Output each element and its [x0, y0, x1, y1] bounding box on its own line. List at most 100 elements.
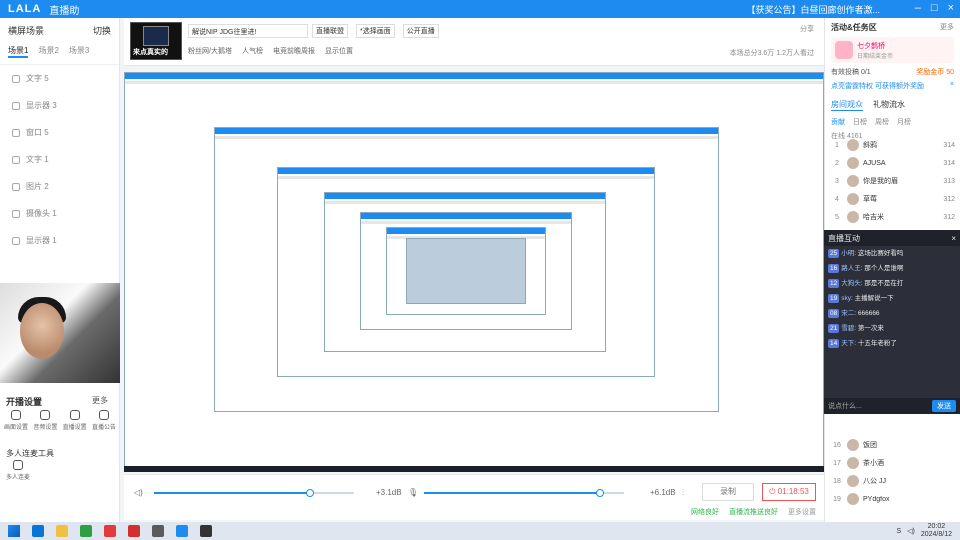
avatar: [847, 193, 859, 205]
tab-gift-flow[interactable]: 礼物流水: [873, 99, 905, 111]
minimize-icon[interactable]: –: [915, 2, 921, 14]
tool-picture-settings[interactable]: 画面设置: [4, 410, 28, 431]
gift-card[interactable]: 七夕鹊桥 日期结束金币: [831, 37, 954, 63]
chat-message: 25 小明: 这场比赛好看吗: [828, 249, 904, 258]
avatar: [847, 175, 859, 187]
audio-icon: [40, 410, 51, 420]
rank-row[interactable]: 17 茶小酒: [831, 456, 955, 470]
privilege-notice[interactable]: 点亮雷霆特权 可获得额外奖励 ×: [831, 81, 954, 91]
speaker-icon[interactable]: ◁): [134, 488, 143, 497]
chat-message: 19 sky: 主播解说一下: [828, 294, 894, 303]
subtab-week[interactable]: 周榜: [875, 117, 889, 127]
more-settings-link[interactable]: 更多设置: [788, 507, 816, 517]
rank-row[interactable]: 4 草莓 312: [831, 192, 955, 206]
live-preview[interactable]: [124, 72, 824, 472]
tools-more-link[interactable]: 更多: [92, 395, 108, 406]
source-item[interactable]: 文字 1: [0, 146, 119, 173]
spk-db-label: +6.1dB: [650, 488, 676, 497]
source-item[interactable]: 显示器 1: [0, 227, 119, 254]
close-icon[interactable]: ×: [950, 81, 954, 91]
tab-scene-1[interactable]: 场景1: [8, 45, 29, 58]
picture-icon: [11, 410, 21, 420]
rank-row[interactable]: 1 斜鸦 314: [831, 138, 955, 152]
send-button[interactable]: 发送: [932, 400, 956, 412]
chat-input[interactable]: 说点什么... 发送: [824, 398, 960, 414]
slider-knob[interactable]: [306, 489, 314, 497]
public-live-button[interactable]: 公开直播: [402, 24, 439, 38]
tool-announcement[interactable]: 直播公告: [92, 410, 116, 431]
subtab-contribution[interactable]: 贡献: [831, 117, 845, 127]
maximize-icon[interactable]: □: [931, 2, 938, 14]
push-status: 直播流推送良好: [729, 509, 778, 516]
tab-audience[interactable]: 房间观众: [831, 99, 863, 111]
live-app-icon[interactable]: [176, 525, 188, 537]
source-item[interactable]: 文字 5: [0, 65, 119, 92]
text-icon: [12, 74, 20, 83]
rank-row[interactable]: 16 饭团: [831, 438, 955, 452]
choose-picture-button[interactable]: *选择画面: [356, 24, 395, 38]
chat-title: 直播互动: [828, 233, 860, 243]
subtab-day[interactable]: 日榜: [853, 117, 867, 127]
rank-row[interactable]: 19 PYdgfox: [831, 492, 955, 506]
fans-tag[interactable]: 粉丝网/大鹅塔: [188, 46, 232, 56]
nested-window: [406, 238, 526, 304]
cover-image: [143, 26, 169, 46]
folder-icon[interactable]: [56, 525, 68, 537]
speaker-volume-slider[interactable]: [424, 489, 624, 497]
share-button[interactable]: 分享: [800, 24, 814, 34]
source-item[interactable]: 摄像头 1: [0, 200, 119, 227]
close-icon[interactable]: ×: [948, 2, 954, 14]
app-icon[interactable]: [200, 525, 212, 537]
rank-row[interactable]: 18 八公 JJ: [831, 474, 955, 488]
live-stop-button[interactable]: ⏻ 01:18:53: [762, 483, 816, 501]
start-icon[interactable]: [8, 525, 20, 537]
location-tag[interactable]: 显示位置: [325, 46, 353, 56]
mixer-icon[interactable]: ⫶: [682, 488, 684, 498]
record-button[interactable]: 录制: [702, 483, 754, 501]
source-item[interactable]: 图片 2: [0, 173, 119, 200]
activity-more-link[interactable]: 更多: [940, 22, 954, 32]
mic-volume-slider[interactable]: [154, 489, 354, 497]
room-info-bar: 来点真实的 解说NIP JDG往里进! 直播联盟 *选择画面 公开直播 粉丝网/…: [124, 18, 824, 66]
app-icon[interactable]: [152, 525, 164, 537]
rank-row[interactable]: 3 你是我的眉 313: [831, 174, 955, 188]
announcement-text[interactable]: 【获奖公告】白昼回廊创作者激...: [746, 3, 880, 16]
volume-icon[interactable]: ◁): [907, 527, 915, 535]
room-cover[interactable]: 来点真实的: [130, 22, 182, 60]
avatar: [847, 139, 859, 151]
room-title-input[interactable]: 解说NIP JDG往里进!: [188, 24, 308, 38]
switch-button[interactable]: 切换: [93, 24, 111, 37]
megaphone-icon: [98, 410, 109, 420]
edge-icon[interactable]: [32, 525, 44, 537]
close-icon[interactable]: ×: [951, 234, 956, 243]
room-stats: 本场总分3.6万 1.2万人看过: [729, 50, 814, 57]
multi-connect-button[interactable]: 多人连麦: [6, 460, 30, 481]
network-status: 网络良好: [691, 509, 719, 516]
microphone-icon[interactable]: 🎙: [408, 488, 418, 497]
clock[interactable]: 20:02 2024/8/12: [921, 523, 952, 539]
os-taskbar: S ◁) 20:02 2024/8/12: [0, 522, 960, 540]
ime-icon[interactable]: S: [896, 528, 901, 535]
chat-popup: 直播互动 × 25 小明: 这场比赛好看吗 16 路人王: 那个人是谁啊 12 大狗头…: [824, 230, 960, 414]
tab-scene-3[interactable]: 场景3: [69, 45, 89, 58]
source-item[interactable]: 显示器 3: [0, 92, 119, 119]
source-item[interactable]: 窗口 5: [0, 119, 119, 146]
popularity-tag[interactable]: 人气榜: [242, 46, 263, 56]
window-icon: [12, 128, 20, 137]
tool-audio-settings[interactable]: 音频设置: [33, 410, 57, 431]
chat-message: 16 路人王: 那个人是谁啊: [828, 264, 904, 273]
slider-knob[interactable]: [596, 489, 604, 497]
tool-live-settings[interactable]: 直播设置: [63, 410, 87, 431]
rank-row[interactable]: 5 哈吉米 312: [831, 210, 955, 224]
tab-scene-2[interactable]: 场景2: [38, 45, 58, 58]
alliance-button[interactable]: 直播联盟: [312, 24, 348, 38]
scene-title: 横屏场景: [8, 26, 45, 36]
wechat-icon[interactable]: [80, 525, 92, 537]
rank-row[interactable]: 2 AJUSA 314: [831, 156, 955, 170]
wps-icon[interactable]: [128, 525, 140, 537]
esports-tag[interactable]: 电竞前瞻周报: [273, 46, 315, 56]
subtab-month[interactable]: 月榜: [897, 117, 911, 127]
mic-db-label: +3.1dB: [376, 488, 402, 497]
avatar: [847, 493, 859, 505]
app-icon[interactable]: [104, 525, 116, 537]
